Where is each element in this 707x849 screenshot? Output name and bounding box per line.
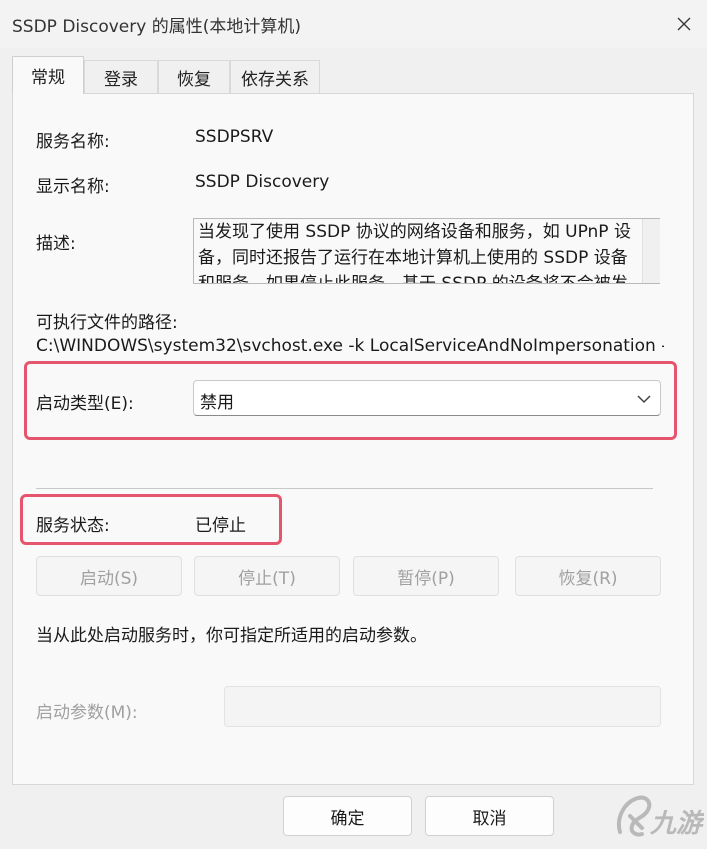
stop-button[interactable]: 停止(T) (194, 556, 340, 596)
tab-dependencies-label: 依存关系 (241, 70, 309, 90)
startup-type-select[interactable]: 禁用 (193, 380, 661, 416)
display-name-value: SSDP Discovery (195, 172, 330, 192)
description-label: 描述: (36, 234, 76, 254)
start-params-label: 启动参数(M): (36, 703, 138, 723)
tab-general[interactable]: 常规 (12, 56, 84, 94)
resume-button-label: 恢复(R) (558, 568, 618, 589)
start-button-label: 启动(S) (79, 568, 139, 589)
path-label: 可执行文件的路径: (36, 313, 178, 333)
tab-panel-general (12, 93, 694, 785)
start-params-hint: 当从此处启动服务时，你可指定所适用的启动参数。 (36, 626, 427, 646)
title-bar: SSDP Discovery 的属性(本地计算机) (0, 0, 707, 48)
cancel-button[interactable]: 取消 (425, 796, 554, 836)
service-name-value: SSDPSRV (195, 127, 274, 147)
cancel-button-label: 取消 (472, 808, 507, 829)
watermark-icon: 九游 (617, 795, 707, 839)
start-params-input[interactable] (224, 686, 661, 727)
start-button[interactable]: 启动(S) (36, 556, 182, 596)
tab-dependencies[interactable]: 依存关系 (230, 60, 320, 94)
window-title: SSDP Discovery 的属性(本地计算机) (12, 17, 301, 37)
resume-button[interactable]: 恢复(R) (515, 556, 661, 596)
startup-type-label: 启动类型(E): (36, 394, 134, 414)
stop-button-label: 停止(T) (238, 568, 296, 589)
startup-type-selected: 禁用 (200, 393, 234, 413)
ok-button[interactable]: 确定 (283, 796, 412, 836)
service-name-label: 服务名称: (36, 132, 110, 152)
description-scrollbar[interactable] (642, 219, 660, 283)
tab-recovery[interactable]: 恢复 (158, 60, 230, 94)
tab-recovery-label: 恢复 (177, 70, 211, 90)
tab-logon-label: 登录 (104, 70, 138, 90)
service-status-label: 服务状态: (36, 516, 110, 536)
watermark-logo: 九游 (612, 788, 707, 844)
watermark-text: 九游 (649, 809, 704, 839)
description-text: 当发现了使用 SSDP 协议的网络设备和服务，如 UPnP 设备，同时还报告了运… (198, 222, 631, 284)
description-box[interactable]: 当发现了使用 SSDP 协议的网络设备和服务，如 UPnP 设备，同时还报告了运… (193, 218, 660, 284)
pause-button-label: 暂停(P) (397, 568, 455, 589)
tab-general-label: 常规 (31, 68, 65, 88)
section-divider (36, 488, 653, 489)
close-icon (677, 17, 691, 31)
tab-logon[interactable]: 登录 (84, 60, 158, 94)
chevron-down-icon (637, 395, 651, 404)
close-button[interactable] (661, 0, 707, 48)
path-value: C:\WINDOWS\system32\svchost.exe -k Local… (36, 336, 664, 356)
pause-button[interactable]: 暂停(P) (353, 556, 499, 596)
display-name-label: 显示名称: (36, 177, 110, 197)
ok-button-label: 确定 (330, 808, 365, 829)
service-status-value: 已停止 (195, 516, 246, 536)
